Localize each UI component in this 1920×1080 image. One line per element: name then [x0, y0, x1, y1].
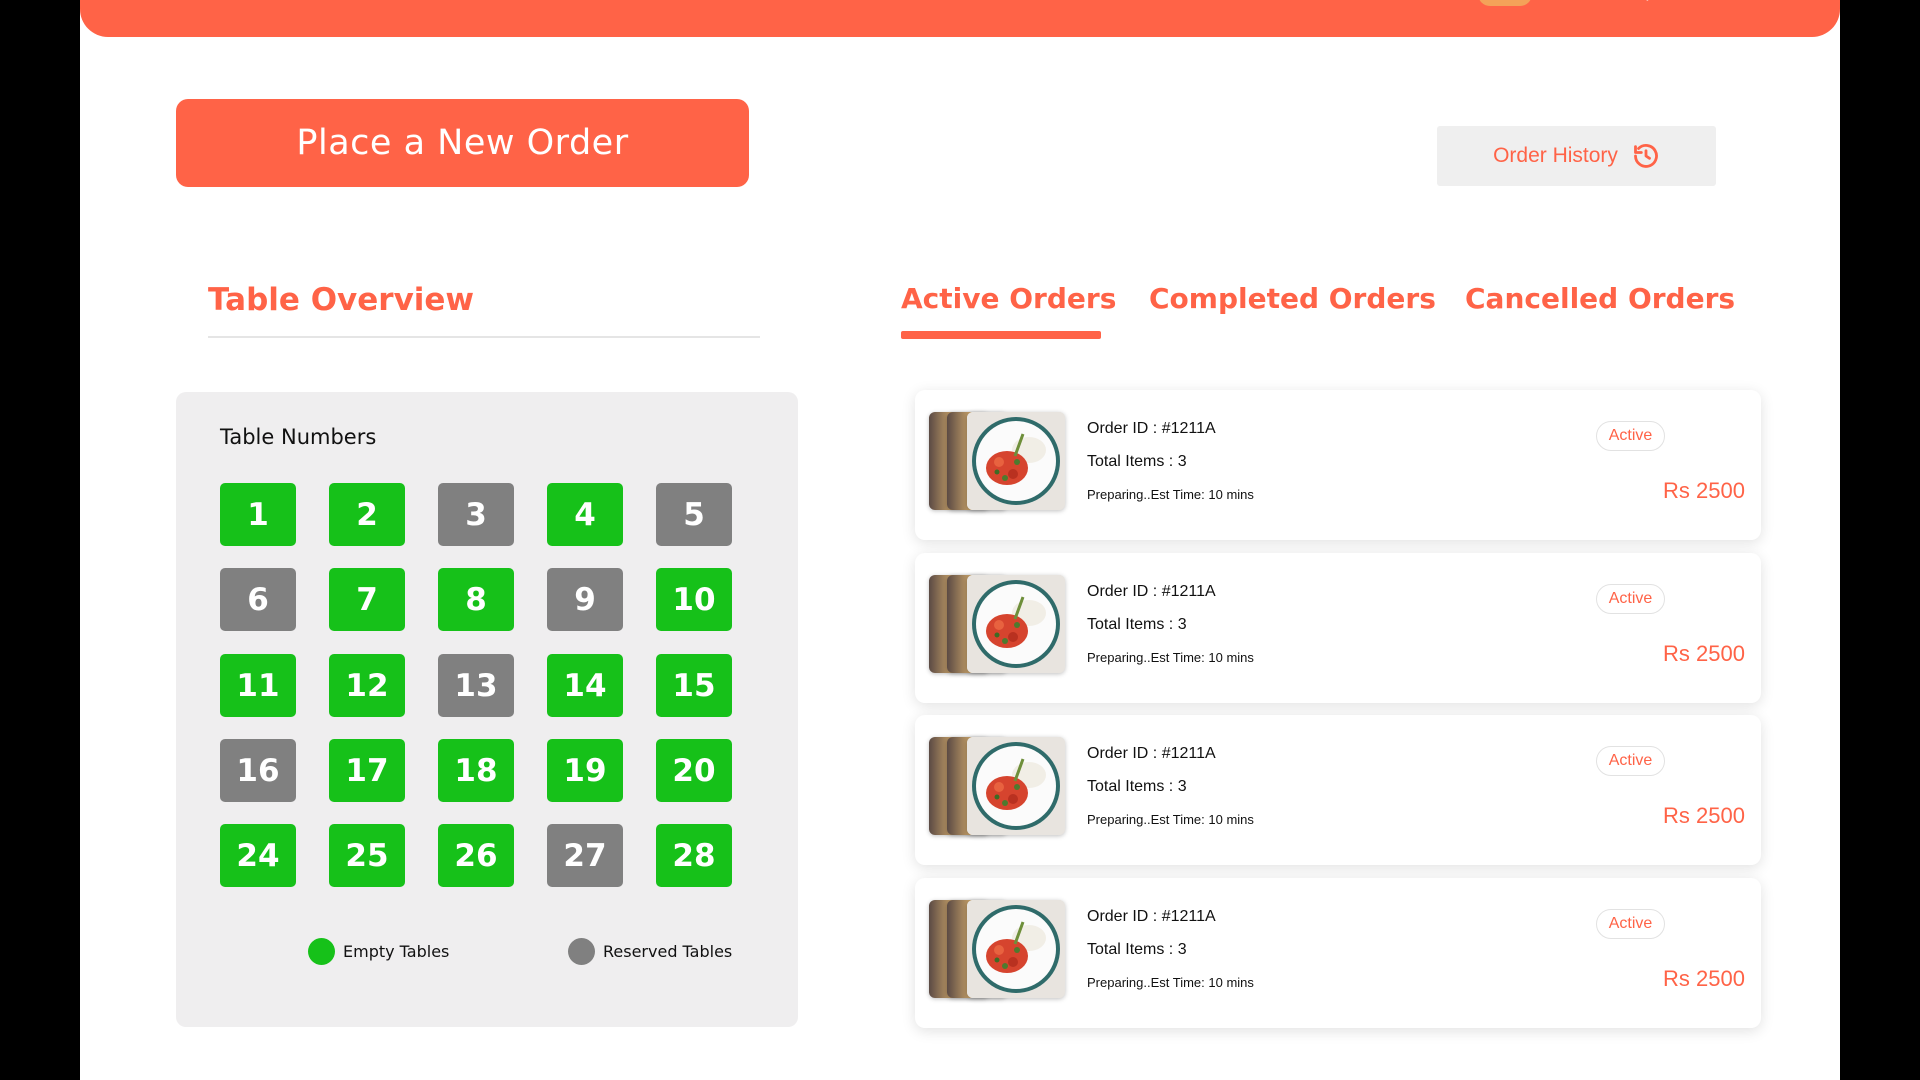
- table-overview-title: Table Overview: [208, 282, 475, 318]
- top-header-bar: Senior Receptionist: [80, 0, 1840, 37]
- table-tile-27[interactable]: 27: [547, 824, 623, 887]
- order-prep-status: Preparing..Est Time: 10 mins: [1087, 975, 1254, 990]
- tab-cancelled-orders[interactable]: Cancelled Orders: [1465, 282, 1735, 315]
- food-image: [967, 412, 1065, 510]
- order-price: Rs 2500: [1663, 641, 1745, 666]
- order-id: Order ID : #1211A: [1087, 908, 1216, 926]
- table-tile-24[interactable]: 24: [220, 824, 296, 887]
- order-price: Rs 2500: [1663, 803, 1745, 828]
- empty-dot-icon: [308, 938, 335, 965]
- order-id: Order ID : #1211A: [1087, 583, 1216, 601]
- tab-active-orders[interactable]: Active Orders: [901, 282, 1116, 315]
- table-numbers-title: Table Numbers: [220, 425, 377, 449]
- legend-empty: Empty Tables: [308, 938, 449, 965]
- legend-reserved-label: Reserved Tables: [603, 942, 733, 961]
- food-image: [967, 737, 1065, 835]
- table-tile-26[interactable]: 26: [438, 824, 514, 887]
- table-tile-3[interactable]: 3: [438, 483, 514, 546]
- order-items-value: 3: [1177, 453, 1187, 470]
- user-role-label: Senior Receptionist: [1552, 0, 1699, 2]
- order-id-value: #1211A: [1161, 420, 1216, 437]
- dashboard-page: Senior Receptionist Place a New Order Or…: [80, 0, 1840, 1080]
- table-tile-13[interactable]: 13: [438, 654, 514, 717]
- order-items: Total Items : 3: [1087, 616, 1187, 634]
- order-history-button[interactable]: Order History: [1437, 126, 1716, 186]
- status-badge: Active: [1596, 421, 1665, 451]
- table-tile-7[interactable]: 7: [329, 568, 405, 631]
- order-id-label: Order ID :: [1087, 583, 1158, 600]
- order-prep-status: Preparing..Est Time: 10 mins: [1087, 812, 1254, 827]
- table-tile-2[interactable]: 2: [329, 483, 405, 546]
- order-prep-status: Preparing..Est Time: 10 mins: [1087, 650, 1254, 665]
- order-card[interactable]: Order ID : #1211A Total Items : 3 Prepar…: [915, 553, 1761, 703]
- place-new-order-button[interactable]: Place a New Order: [176, 99, 749, 187]
- order-items-value: 3: [1177, 616, 1187, 633]
- order-price: Rs 2500: [1663, 478, 1745, 503]
- order-id-label: Order ID :: [1087, 908, 1158, 925]
- table-tile-5[interactable]: 5: [656, 483, 732, 546]
- order-thumbnails: [929, 412, 1069, 512]
- order-id-value: #1211A: [1161, 908, 1216, 925]
- reserved-dot-icon: [568, 938, 595, 965]
- order-thumbnails: [929, 900, 1069, 1000]
- order-prep-status: Preparing..Est Time: 10 mins: [1087, 487, 1254, 502]
- table-tile-8[interactable]: 8: [438, 568, 514, 631]
- order-id-value: #1211A: [1161, 583, 1216, 600]
- status-badge: Active: [1596, 746, 1665, 776]
- order-thumbnails: [929, 737, 1069, 837]
- table-tile-20[interactable]: 20: [656, 739, 732, 802]
- order-items: Total Items : 3: [1087, 778, 1187, 796]
- status-badge: Active: [1596, 909, 1665, 939]
- order-card[interactable]: Order ID : #1211A Total Items : 3 Prepar…: [915, 390, 1761, 540]
- order-id-value: #1211A: [1161, 745, 1216, 762]
- order-card[interactable]: Order ID : #1211A Total Items : 3 Prepar…: [915, 878, 1761, 1028]
- legend-reserved: Reserved Tables: [568, 938, 732, 965]
- table-tile-18[interactable]: 18: [438, 739, 514, 802]
- order-thumbnails: [929, 575, 1069, 675]
- table-numbers-panel: Table Numbers 1 2 3 4 5 6 7 8 9 10 11 12 13 14 15 16 17 1…: [176, 392, 798, 1027]
- table-tile-15[interactable]: 15: [656, 654, 732, 717]
- order-items-value: 3: [1177, 941, 1187, 958]
- order-id-label: Order ID :: [1087, 745, 1158, 762]
- order-items-label: Total Items :: [1087, 941, 1174, 958]
- order-history-label: Order History: [1493, 144, 1618, 167]
- table-tile-10[interactable]: 10: [656, 568, 732, 631]
- order-items-label: Total Items :: [1087, 453, 1174, 470]
- food-image: [967, 900, 1065, 998]
- table-tile-11[interactable]: 11: [220, 654, 296, 717]
- active-tab-indicator: [901, 331, 1101, 339]
- order-id: Order ID : #1211A: [1087, 745, 1216, 763]
- order-card[interactable]: Order ID : #1211A Total Items : 3 Prepar…: [915, 715, 1761, 865]
- history-icon: [1634, 144, 1658, 168]
- section-divider: [208, 336, 760, 338]
- table-tile-14[interactable]: 14: [547, 654, 623, 717]
- status-badge: Active: [1596, 584, 1665, 614]
- user-avatar[interactable]: [1478, 0, 1532, 6]
- table-tile-12[interactable]: 12: [329, 654, 405, 717]
- order-items-value: 3: [1177, 778, 1187, 795]
- table-tile-16[interactable]: 16: [220, 739, 296, 802]
- table-tile-28[interactable]: 28: [656, 824, 732, 887]
- table-tile-19[interactable]: 19: [547, 739, 623, 802]
- table-tile-1[interactable]: 1: [220, 483, 296, 546]
- table-tile-9[interactable]: 9: [547, 568, 623, 631]
- legend-empty-label: Empty Tables: [343, 942, 450, 961]
- order-items-label: Total Items :: [1087, 778, 1174, 795]
- order-id-label: Order ID :: [1087, 420, 1158, 437]
- food-image: [967, 575, 1065, 673]
- table-tile-25[interactable]: 25: [329, 824, 405, 887]
- table-tile-4[interactable]: 4: [547, 483, 623, 546]
- table-tile-17[interactable]: 17: [329, 739, 405, 802]
- order-id: Order ID : #1211A: [1087, 420, 1216, 438]
- tab-completed-orders[interactable]: Completed Orders: [1149, 282, 1436, 315]
- order-items-label: Total Items :: [1087, 616, 1174, 633]
- order-items: Total Items : 3: [1087, 941, 1187, 959]
- order-items: Total Items : 3: [1087, 453, 1187, 471]
- table-tile-6[interactable]: 6: [220, 568, 296, 631]
- order-price: Rs 2500: [1663, 966, 1745, 991]
